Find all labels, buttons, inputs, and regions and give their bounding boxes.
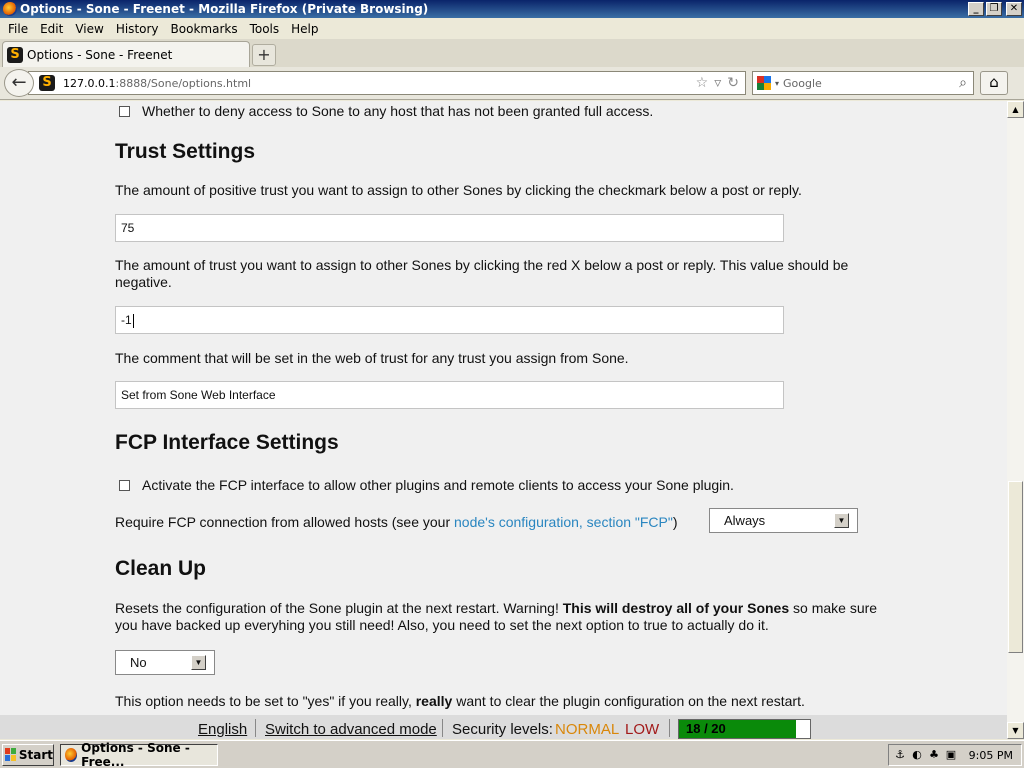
cleanup-confirm-description: This option needs to be set to "yes" if …: [115, 693, 805, 709]
negative-trust-input[interactable]: -1: [115, 306, 784, 334]
restore-button[interactable]: ❐: [986, 2, 1002, 16]
search-magnifier-icon[interactable]: ⌕: [959, 75, 967, 91]
minimize-button[interactable]: _: [968, 2, 984, 16]
menu-file[interactable]: File: [2, 22, 34, 36]
system-tray: ⚓ ◐ ♣ ▣ 9:05 PM: [888, 744, 1022, 766]
vertical-scrollbar[interactable]: ▲ ▼: [1007, 101, 1024, 739]
tabbar: S Options - Sone - Freenet +: [0, 39, 1024, 67]
tab-label: Options - Sone - Freenet: [27, 47, 173, 62]
site-identity-icon[interactable]: S: [39, 75, 55, 91]
home-button[interactable]: ⌂: [980, 71, 1008, 95]
url-host: 127.0.0.1: [63, 76, 116, 90]
security-network-level[interactable]: NORMAL: [555, 721, 619, 738]
fcp-activate-checkbox[interactable]: [119, 479, 130, 491]
fcp-require-value: Always: [724, 513, 766, 528]
freenet-icon[interactable]: ◐: [910, 748, 924, 762]
cleanup-select-value: No: [130, 655, 147, 670]
network-icon[interactable]: ⚓: [893, 748, 907, 762]
language-link[interactable]: English: [198, 721, 247, 738]
deny-access-checkbox[interactable]: [119, 105, 130, 117]
taskbar-firefox-label: Options - Sone - Free...: [81, 740, 190, 768]
google-engine-icon[interactable]: [757, 76, 771, 90]
fcp-require-select[interactable]: Always ▼: [709, 508, 858, 533]
positive-trust-description: The amount of positive trust you want to…: [115, 182, 802, 198]
cleanup-description: Resets the configuration of the Sone plu…: [115, 600, 878, 633]
menu-tools[interactable]: Tools: [244, 22, 286, 36]
sone-favicon-icon: S: [7, 46, 23, 63]
fcp-activate-option: Activate the FCP interface to allow othe…: [115, 477, 734, 493]
cleanup-select[interactable]: No ▼: [115, 650, 215, 675]
menu-bookmarks[interactable]: Bookmarks: [165, 22, 244, 36]
chevron-down-icon: ▼: [834, 513, 849, 528]
vm-icon[interactable]: ▣: [944, 748, 958, 762]
trust-settings-heading: Trust Settings: [115, 140, 256, 163]
url-path: :8888/Sone/options.html: [115, 76, 252, 90]
tray-app-icon[interactable]: ♣: [927, 748, 941, 762]
menubar: File Edit View History Bookmarks Tools H…: [0, 18, 1024, 39]
trust-comment-input[interactable]: Set from Sone Web Interface: [115, 381, 784, 409]
windows-logo-icon: [5, 748, 16, 761]
reload-icon[interactable]: ↻: [727, 75, 739, 91]
menu-edit[interactable]: Edit: [34, 22, 69, 36]
negative-trust-value: -1: [121, 313, 132, 327]
back-button[interactable]: ←: [4, 69, 34, 97]
tab-options-sone[interactable]: S Options - Sone - Freenet: [2, 41, 250, 67]
search-bar[interactable]: ▾ Google ⌕: [752, 71, 974, 95]
new-tab-button[interactable]: +: [252, 44, 276, 66]
url-bar[interactable]: S 127.0.0.1 :8888/Sone/options.html ☆ ▿ …: [28, 71, 746, 95]
clock: 9:05 PM: [968, 748, 1013, 762]
trust-comment-description: The comment that will be set in the web …: [115, 350, 629, 366]
peers-progress-bar: 18 / 20: [678, 719, 811, 739]
node-configuration-link[interactable]: node's configuration, section "FCP": [454, 514, 673, 530]
fcp-settings-heading: FCP Interface Settings: [115, 431, 339, 454]
firefox-icon: [3, 2, 17, 16]
window-titlebar: Options - Sone - Freenet - Mozilla Firef…: [0, 0, 1024, 18]
fcp-activate-label: Activate the FCP interface to allow othe…: [142, 477, 734, 493]
peers-count: 18 / 20: [686, 721, 726, 736]
menu-view[interactable]: View: [69, 22, 109, 36]
scroll-thumb[interactable]: [1008, 481, 1023, 653]
advanced-mode-link[interactable]: Switch to advanced mode: [265, 721, 437, 738]
history-dropdown-icon[interactable]: ▿: [714, 75, 721, 91]
security-friends-level[interactable]: LOW: [625, 721, 659, 738]
menu-help[interactable]: Help: [285, 22, 324, 36]
page-content: Whether to deny access to Sone to any ho…: [0, 101, 1007, 715]
window-title: Options - Sone - Freenet - Mozilla Firef…: [20, 2, 429, 16]
start-button[interactable]: Start: [2, 743, 54, 766]
taskbar: Start Options - Sone - Free... ⚓ ◐ ♣ ▣ 9…: [0, 740, 1024, 768]
scroll-down-button[interactable]: ▼: [1007, 722, 1024, 739]
security-levels-label: Security levels:: [452, 721, 553, 738]
close-button[interactable]: ✕: [1006, 2, 1022, 16]
bookmark-star-icon[interactable]: ☆: [696, 75, 709, 91]
deny-access-label: Whether to deny access to Sone to any ho…: [142, 103, 654, 119]
cleanup-heading: Clean Up: [115, 557, 207, 580]
engine-dropdown-icon[interactable]: ▾: [775, 79, 779, 88]
page-status-bar: English Switch to advanced mode Security…: [0, 715, 1007, 739]
taskbar-firefox-button[interactable]: Options - Sone - Free...: [60, 740, 218, 768]
positive-trust-input[interactable]: 75: [115, 214, 784, 242]
navigation-bar: ← S 127.0.0.1 :8888/Sone/options.html ☆ …: [0, 67, 1024, 100]
scroll-up-button[interactable]: ▲: [1007, 101, 1024, 118]
menu-history[interactable]: History: [110, 22, 165, 36]
chevron-down-icon: ▼: [191, 655, 206, 670]
negative-trust-description: The amount of trust you want to assign t…: [115, 257, 849, 290]
firefox-icon: [65, 747, 78, 762]
deny-access-option: Whether to deny access to Sone to any ho…: [115, 103, 653, 119]
search-input[interactable]: Google: [783, 77, 822, 90]
